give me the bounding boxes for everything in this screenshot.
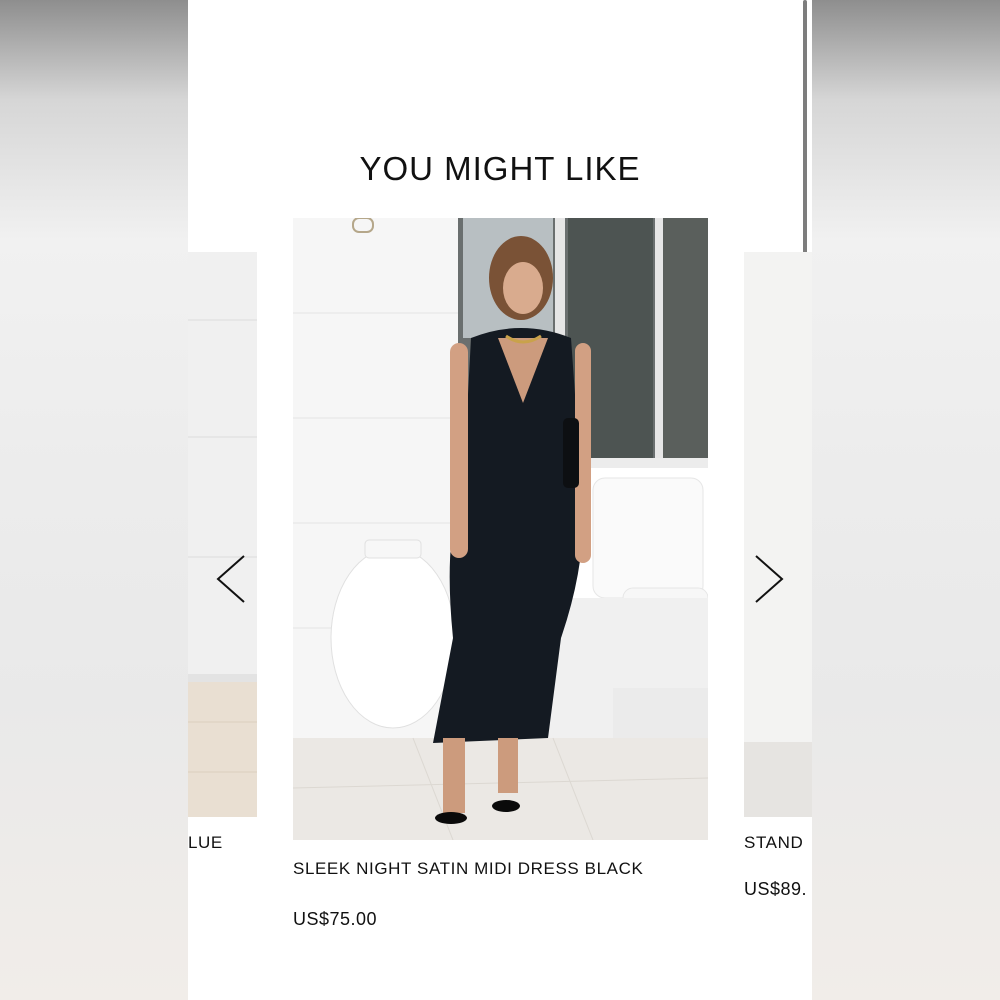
product-name-next-clip: STAND [744,833,812,863]
product-image-main[interactable] [293,218,708,840]
product-page: YOU MIGHT LIKE LUE SLEEK NIGHT SATIN MID… [188,0,812,1000]
product-price-next-clip: US$89. [744,879,812,909]
blurred-backdrop-left [0,0,188,1000]
blurred-backdrop-right [812,0,1000,1000]
product-name-prev-clip: LUE [188,833,257,863]
product-name-next[interactable]: STAND [744,833,803,853]
chevron-left-icon [216,555,245,603]
carousel-prev-button[interactable] [212,549,252,609]
product-price-next: US$89. [744,879,808,899]
section-title: YOU MIGHT LIKE [359,150,641,187]
product-name-main[interactable]: SLEEK NIGHT SATIN MIDI DRESS BLACK [293,859,643,879]
carousel-next-button[interactable] [750,549,790,609]
product-name-prev[interactable]: LUE [188,833,223,853]
chevron-right-icon [755,555,784,603]
product-image-next[interactable] [744,252,812,817]
product-image-prev[interactable] [188,252,257,817]
product-price-main: US$75.00 [293,909,378,929]
